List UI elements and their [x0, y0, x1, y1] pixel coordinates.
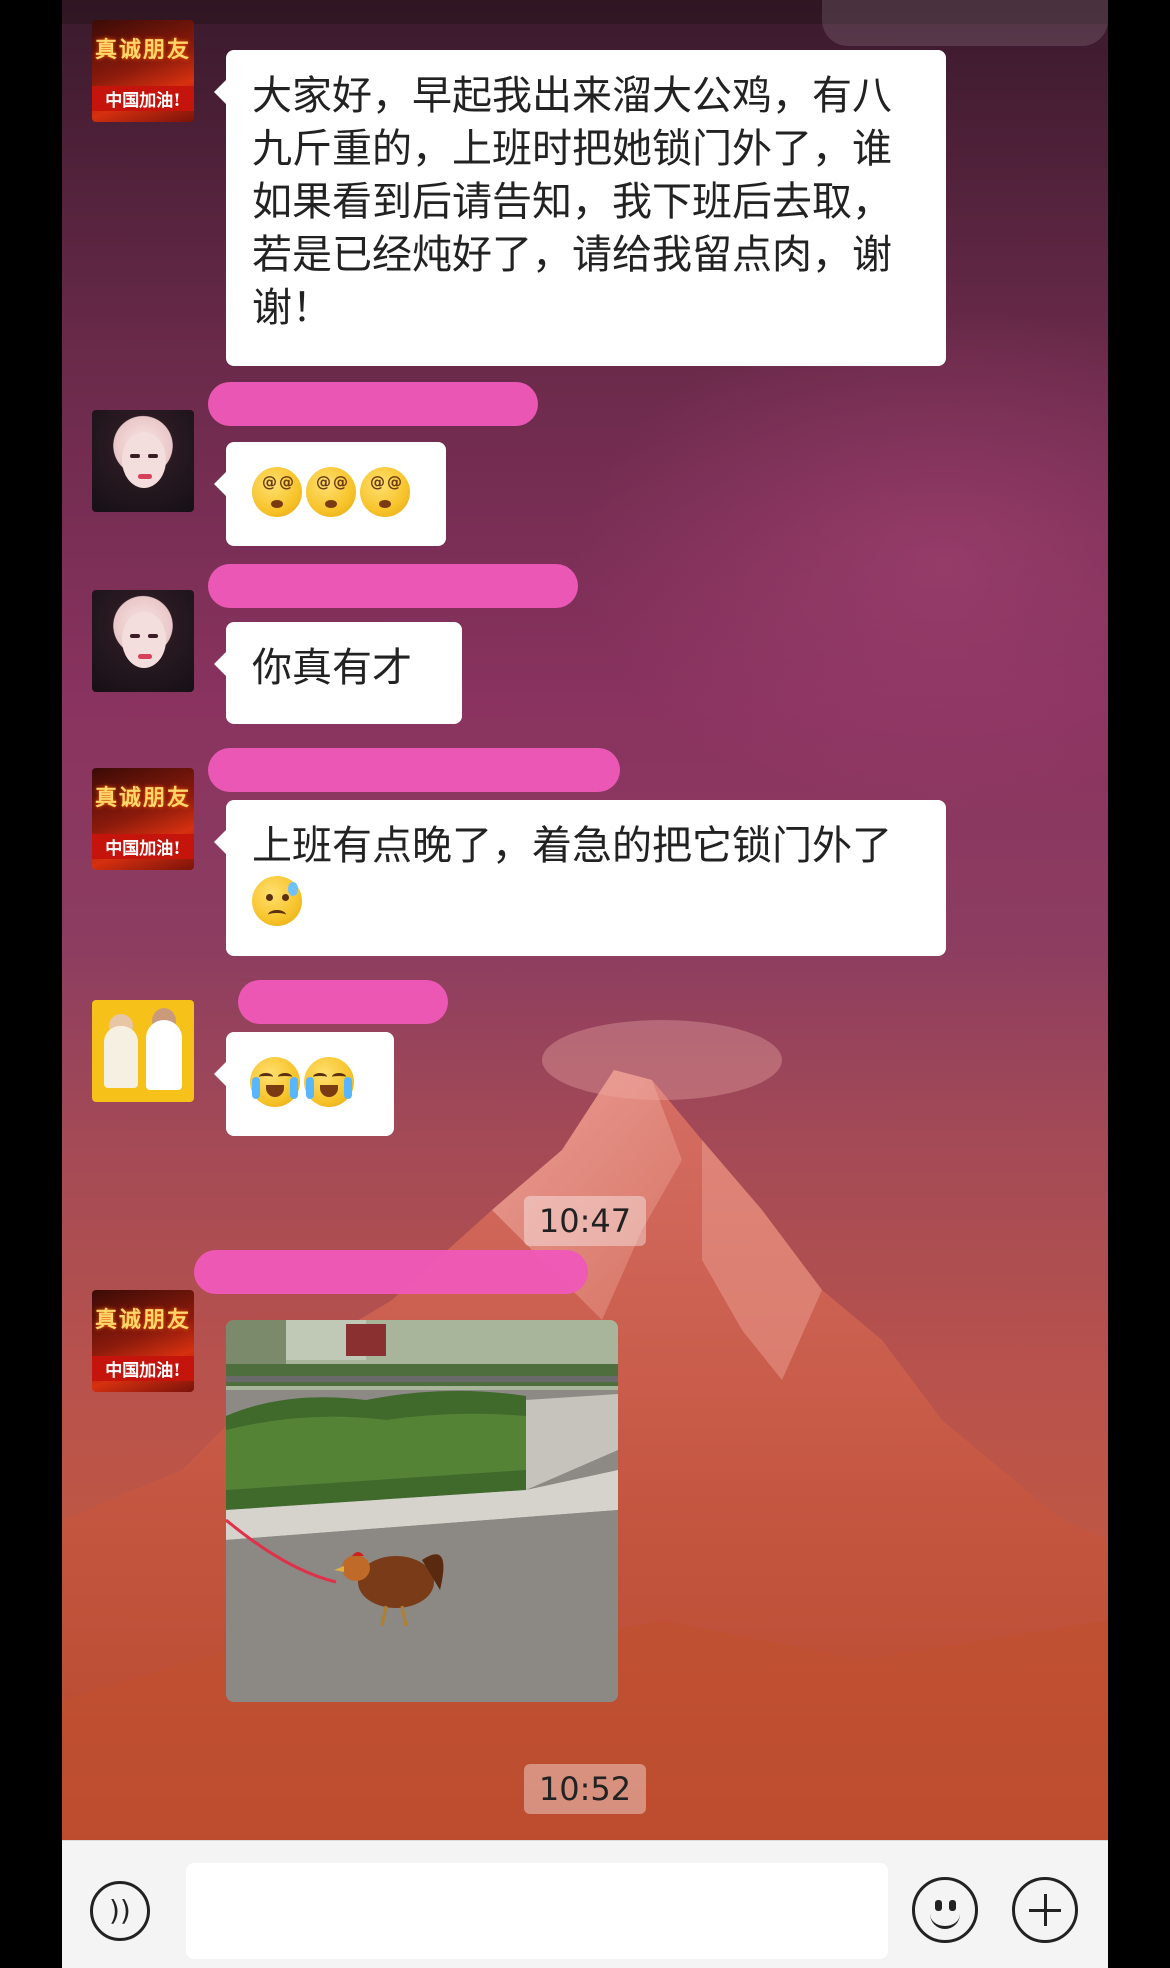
redacted-username — [238, 980, 448, 1024]
message-bubble[interactable] — [214, 1032, 394, 1136]
top-right-control[interactable] — [822, 0, 1108, 46]
avatar[interactable]: 真诚朋友 中国加油! — [92, 1290, 194, 1392]
message-bubble[interactable]: 你真有才 — [214, 622, 462, 724]
voice-icon[interactable]: )) — [90, 1881, 150, 1941]
message-bubble[interactable] — [214, 442, 446, 546]
redacted-username — [208, 748, 620, 792]
avatar[interactable] — [92, 590, 194, 692]
message-input[interactable] — [186, 1863, 888, 1959]
redacted-username — [208, 564, 578, 608]
sad-sweat-face-icon — [252, 876, 302, 926]
avatar-text-line2: 中国加油! — [92, 86, 194, 111]
message-bubble[interactable]: 上班有点晚了，着急的把它锁门外了 — [214, 800, 946, 956]
dizzy-face-icon — [360, 467, 410, 517]
message-text: 大家好，早起我出来溜大公鸡，有八九斤重的，上班时把她锁门外了，谁如果看到后请告知… — [252, 73, 892, 331]
crying-face-icon — [250, 1057, 300, 1107]
plus-icon[interactable] — [1012, 1877, 1078, 1943]
avatar-text-line2: 中国加油! — [92, 1356, 194, 1381]
timestamp: 10:47 — [524, 1196, 646, 1246]
emoji-icon[interactable] — [912, 1877, 978, 1943]
crying-face-icon — [304, 1057, 354, 1107]
avatar[interactable] — [92, 1000, 194, 1102]
rooster-photo — [226, 1320, 618, 1702]
message-text: 上班有点晚了，着急的把它锁门外了 — [252, 823, 892, 869]
avatar[interactable]: 真诚朋友 中国加油! — [92, 768, 194, 870]
message-image[interactable] — [226, 1320, 618, 1702]
avatar-text-line2: 中国加油! — [92, 834, 194, 859]
avatar-text-line1: 真诚朋友 — [94, 1307, 191, 1333]
dizzy-face-icon — [306, 467, 356, 517]
avatar[interactable]: 真诚朋友 中国加油! — [92, 20, 194, 122]
redacted-username — [208, 382, 538, 426]
message-text: 你真有才 — [252, 645, 412, 691]
message-bubble[interactable]: 大家好，早起我出来溜大公鸡，有八九斤重的，上班时把她锁门外了，谁如果看到后请告知… — [214, 50, 946, 366]
dizzy-face-icon — [252, 467, 302, 517]
avatar-text-line1: 真诚朋友 — [94, 37, 191, 63]
avatar-text-line1: 真诚朋友 — [94, 785, 191, 811]
avatar[interactable] — [92, 410, 194, 512]
timestamp: 10:52 — [524, 1764, 646, 1814]
redacted-username — [194, 1250, 588, 1294]
input-bar: )) — [62, 1840, 1108, 1968]
chat-screen: ‹ 真诚朋友 中国加油! 大家好，早起我出来溜大公鸡，有八九斤重的，上班时把她锁… — [62, 0, 1108, 1968]
